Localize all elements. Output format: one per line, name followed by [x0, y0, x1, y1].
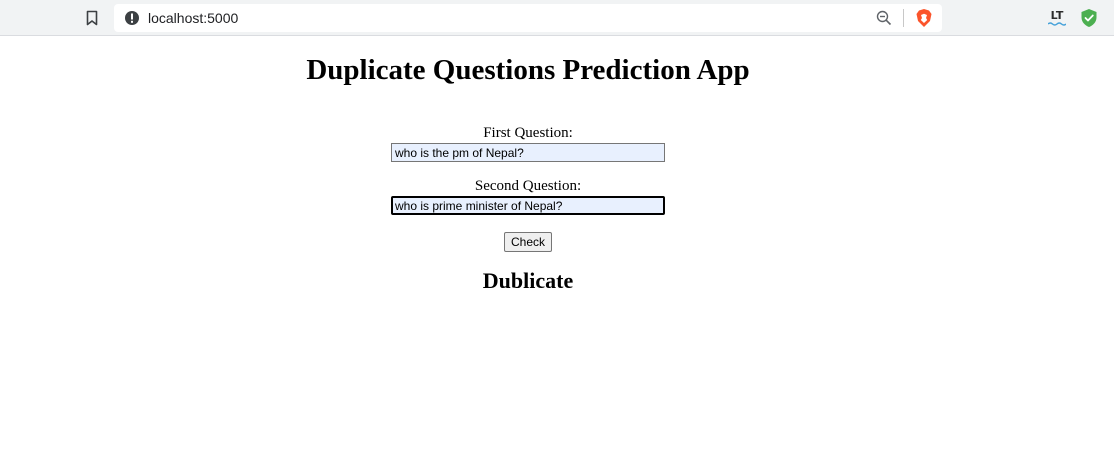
second-question-input[interactable]: [391, 196, 665, 215]
brave-shields-icon[interactable]: [914, 8, 934, 28]
address-bar[interactable]: localhost:5000: [114, 4, 942, 32]
second-question-label: Second Question:: [474, 178, 582, 194]
bookmark-icon[interactable]: [82, 8, 102, 28]
first-question-input[interactable]: [391, 143, 665, 162]
zoom-out-icon[interactable]: [876, 10, 892, 26]
first-question-label: First Question:: [483, 125, 573, 141]
info-icon[interactable]: [124, 10, 140, 26]
browser-toolbar: localhost:5000 LT: [0, 0, 1114, 36]
shield-check-icon[interactable]: [1080, 8, 1098, 28]
check-button[interactable]: Check: [504, 232, 552, 252]
languagetool-icon[interactable]: LT: [1046, 8, 1068, 28]
page-title: Duplicate Questions Prediction App: [306, 54, 750, 86]
languagetool-label: LT: [1050, 9, 1064, 22]
omnibox-divider: [903, 9, 904, 27]
prediction-result: Dublicate: [482, 268, 574, 293]
page-content: Duplicate Questions Prediction App First…: [0, 36, 1114, 456]
url-text[interactable]: localhost:5000: [148, 9, 238, 27]
